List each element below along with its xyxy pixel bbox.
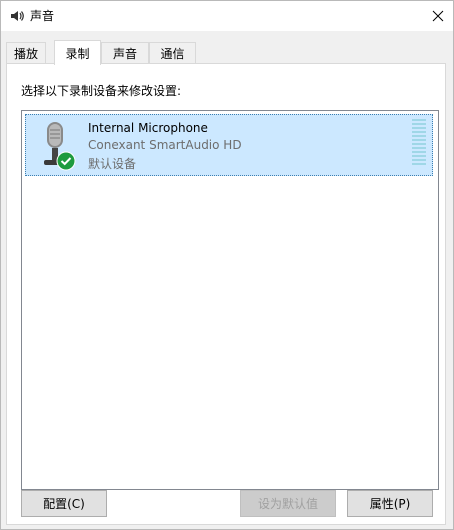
configure-button[interactable]: 配置(C) [21,490,107,517]
device-item-internal-microphone[interactable]: Internal Microphone Conexant SmartAudio … [25,114,433,176]
tab-strip: 播放 录制 声音 通信 [6,40,446,65]
instruction-text: 选择以下录制设备来修改设置: [21,84,182,98]
sound-dialog: 声音 播放 录制 声音 通信 选择以下录制设备来修改设置: Internal M… [0,0,454,530]
recording-device-list[interactable]: Internal Microphone Conexant SmartAudio … [21,110,439,490]
properties-button[interactable]: 属性(P) [347,490,433,517]
speaker-icon [11,11,24,21]
device-name: Internal Microphone [88,121,208,135]
tab-communications[interactable]: 通信 [149,42,196,63]
level-meter [412,119,426,165]
window-title: 声音 [30,9,55,23]
recording-panel: 选择以下录制设备来修改设置: Internal Microphone Conex… [6,63,446,525]
device-driver: Conexant SmartAudio HD [88,138,242,152]
device-status: 默认设备 [88,157,137,171]
close-icon [432,10,444,22]
title-bar[interactable]: 声音 [1,1,453,31]
tab-playback[interactable]: 播放 [6,42,46,63]
set-default-button[interactable]: 设为默认值 [240,490,336,517]
default-check-icon [56,151,76,171]
close-button[interactable] [423,1,453,31]
tab-sounds[interactable]: 声音 [101,42,149,63]
tab-recording[interactable]: 录制 [54,40,101,65]
